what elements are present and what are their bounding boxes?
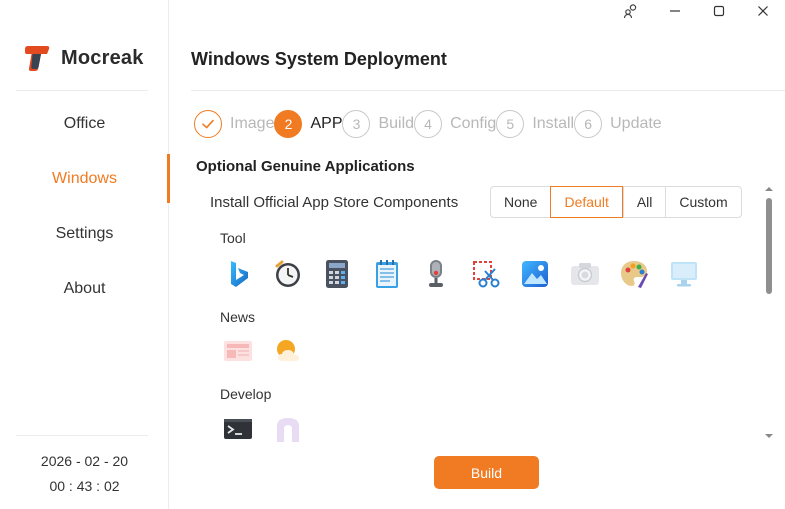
build-button[interactable]: Build	[434, 456, 539, 489]
scrollbar-thumb[interactable]	[766, 198, 772, 294]
step-config[interactable]: 4 Config	[414, 110, 496, 138]
sidebar: Mocreak Office Windows Settings About 20…	[0, 0, 170, 509]
sidebar-item-settings[interactable]: Settings	[0, 206, 169, 261]
step-install[interactable]: 5 Install	[496, 110, 574, 138]
maximize-icon[interactable]	[697, 0, 741, 22]
sidebar-divider	[16, 90, 148, 91]
step-label: APP	[310, 115, 343, 132]
tool-apps	[220, 256, 715, 292]
step-number: 3	[342, 110, 371, 138]
title-divider	[191, 90, 785, 91]
notepad-icon[interactable]	[369, 256, 405, 292]
section-title: Optional Genuine Applications	[196, 158, 415, 175]
sidebar-divider	[16, 435, 148, 436]
close-icon[interactable]	[741, 0, 785, 22]
scroll-down-icon[interactable]	[764, 431, 774, 441]
option-all[interactable]: All	[622, 187, 666, 217]
check-icon	[194, 110, 222, 138]
step-label: Image	[230, 115, 275, 132]
option-default[interactable]: Default	[550, 186, 623, 218]
install-label: Install Official App Store Components	[210, 194, 459, 211]
news-icon[interactable]	[220, 333, 256, 369]
paint-icon[interactable]	[616, 256, 652, 292]
category-label: Tool	[220, 230, 246, 246]
camera-icon[interactable]	[567, 256, 603, 292]
account-icon[interactable]	[609, 0, 653, 22]
weather-icon[interactable]	[270, 333, 306, 369]
install-mode-selector: None Default All Custom	[490, 186, 742, 218]
category-label: Develop	[220, 386, 272, 402]
news-apps	[220, 333, 319, 369]
current-time: 00 : 43 : 02	[49, 478, 120, 494]
option-custom[interactable]: Custom	[665, 187, 740, 217]
remote-desktop-icon[interactable]	[666, 256, 702, 292]
mocreak-logo-icon	[25, 46, 50, 71]
terminal-icon[interactable]	[220, 411, 256, 447]
app-name: Mocreak	[61, 46, 144, 69]
option-none[interactable]: None	[491, 187, 550, 217]
step-update[interactable]: 6 Update	[574, 110, 662, 138]
app-logo: Mocreak	[22, 43, 144, 73]
step-number: 2	[274, 110, 303, 138]
stepper: Image 2 APP 3 Build 4 Config 5 Install 6…	[194, 109, 662, 139]
step-number: 6	[574, 110, 603, 138]
page-title: Windows System Deployment	[191, 49, 447, 69]
sidebar-item-about[interactable]: About	[0, 261, 169, 316]
bing-icon[interactable]	[220, 256, 256, 292]
step-label: Install	[532, 115, 575, 132]
sidebar-nav: Office Windows Settings About	[0, 96, 170, 316]
step-label: Update	[610, 115, 662, 132]
step-number: 5	[496, 110, 525, 138]
voice-recorder-icon[interactable]	[418, 256, 454, 292]
scroll-up-icon[interactable]	[764, 184, 774, 194]
develop-apps	[220, 411, 319, 447]
minimize-icon[interactable]	[653, 0, 697, 22]
calculator-icon[interactable]	[319, 256, 355, 292]
photos-icon[interactable]	[517, 256, 553, 292]
step-number: 4	[414, 110, 443, 138]
current-date: 2026 - 02 - 20	[40, 453, 129, 469]
category-label: News	[220, 309, 256, 325]
step-app[interactable]: 2 APP	[274, 110, 342, 138]
step-build[interactable]: 3 Build	[342, 110, 414, 138]
clock-icon[interactable]	[270, 256, 306, 292]
step-image[interactable]: Image	[194, 110, 274, 138]
step-label: Config	[450, 115, 497, 132]
snipping-tool-icon[interactable]	[468, 256, 504, 292]
sidebar-item-office[interactable]: Office	[0, 96, 169, 151]
step-label: Build	[378, 115, 415, 132]
dev-home-icon[interactable]	[270, 411, 306, 447]
sidebar-item-windows[interactable]: Windows	[0, 151, 170, 206]
window-controls	[609, 0, 785, 22]
